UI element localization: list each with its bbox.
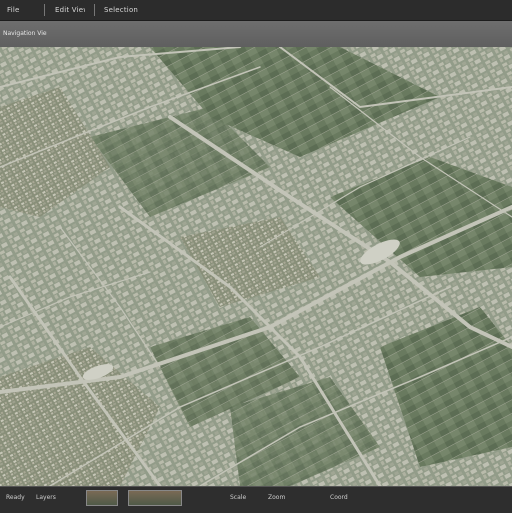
map-viewport[interactable] [0,47,512,486]
menu-selection[interactable]: Selection [104,5,138,15]
title-bar: File Edit View Selection [0,0,512,21]
toolbar: Navigation View [0,21,512,48]
menu-divider [44,4,45,16]
status-coord: Coord [330,494,348,501]
aerial-map[interactable] [0,47,512,486]
status-zoom[interactable]: Zoom [268,494,292,502]
layer-thumbnail[interactable] [86,490,118,506]
status-layers[interactable]: Layers [36,494,68,502]
status-scale: Scale [230,494,247,501]
menu-divider [94,4,95,16]
status-bar: Ready Layers Scale Zoom Coord [0,486,512,513]
menu-edit-view[interactable]: Edit View [55,5,85,15]
view-label: Navigation View [3,30,47,37]
menu-file[interactable]: File [7,5,33,15]
map-shade [0,47,512,486]
status-ready: Ready [6,494,25,501]
minimap-thumbnail[interactable] [128,490,182,506]
